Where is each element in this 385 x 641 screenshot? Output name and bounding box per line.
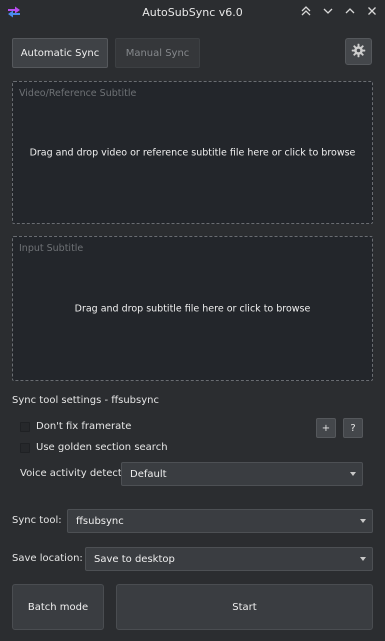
close-button[interactable] bbox=[363, 4, 381, 20]
vad-value: Default bbox=[130, 468, 167, 480]
start-button[interactable]: Start bbox=[116, 584, 373, 630]
minimize-icon bbox=[322, 5, 334, 20]
dropzone-text: Drag and drop video or reference subtitl… bbox=[29, 147, 356, 158]
vad-label: Voice activity detector bbox=[20, 468, 133, 479]
dropdown-arrow-icon bbox=[350, 472, 356, 476]
save-location-select[interactable]: Save to desktop bbox=[85, 547, 373, 571]
settings-button[interactable] bbox=[345, 38, 372, 65]
keep-above-icon bbox=[300, 5, 312, 20]
vad-select[interactable]: Default bbox=[121, 462, 363, 486]
batch-mode-button[interactable]: Batch mode bbox=[12, 584, 104, 630]
tab-automatic-sync[interactable]: Automatic Sync bbox=[12, 38, 108, 68]
checkbox-box[interactable] bbox=[20, 442, 30, 453]
keep-above-button[interactable] bbox=[297, 4, 315, 20]
save-location-value: Save to desktop bbox=[94, 553, 175, 565]
checkbox-label: Use golden section search bbox=[36, 442, 168, 453]
dont-fix-framerate-checkbox[interactable]: Don't fix framerate bbox=[20, 421, 131, 432]
dropzone-label: Input Subtitle bbox=[19, 243, 84, 254]
checkbox-label: Don't fix framerate bbox=[36, 421, 132, 432]
dropzone-label: Video/Reference Subtitle bbox=[19, 88, 137, 99]
sync-tool-value: ffsubsync bbox=[76, 515, 124, 527]
minimize-button[interactable] bbox=[319, 4, 337, 20]
video-reference-dropzone[interactable]: Video/Reference Subtitle Drag and drop v… bbox=[12, 81, 373, 224]
title-bar: AutoSubSync v6.0 bbox=[0, 0, 385, 25]
dropdown-arrow-icon bbox=[360, 557, 366, 561]
dropzone-text: Drag and drop subtitle file here or clic… bbox=[74, 303, 311, 314]
sync-tool-select[interactable]: ffsubsync bbox=[67, 509, 373, 533]
close-icon bbox=[366, 5, 378, 20]
gear-icon bbox=[351, 43, 366, 61]
sync-settings-title: Sync tool settings - ffsubsync bbox=[12, 395, 159, 406]
save-location-label: Save location: bbox=[12, 553, 83, 564]
checkbox-box[interactable] bbox=[20, 421, 30, 432]
help-button[interactable]: ? bbox=[343, 418, 363, 438]
maximize-button[interactable] bbox=[341, 4, 359, 20]
dropdown-arrow-icon bbox=[360, 519, 366, 523]
tab-manual-sync[interactable]: Manual Sync bbox=[115, 38, 200, 68]
maximize-icon bbox=[344, 5, 356, 20]
sync-tool-label: Sync tool: bbox=[12, 515, 62, 526]
golden-section-search-checkbox[interactable]: Use golden section search bbox=[20, 442, 168, 453]
add-argument-button[interactable]: + bbox=[316, 418, 336, 438]
input-subtitle-dropzone[interactable]: Input Subtitle Drag and drop subtitle fi… bbox=[12, 236, 373, 381]
